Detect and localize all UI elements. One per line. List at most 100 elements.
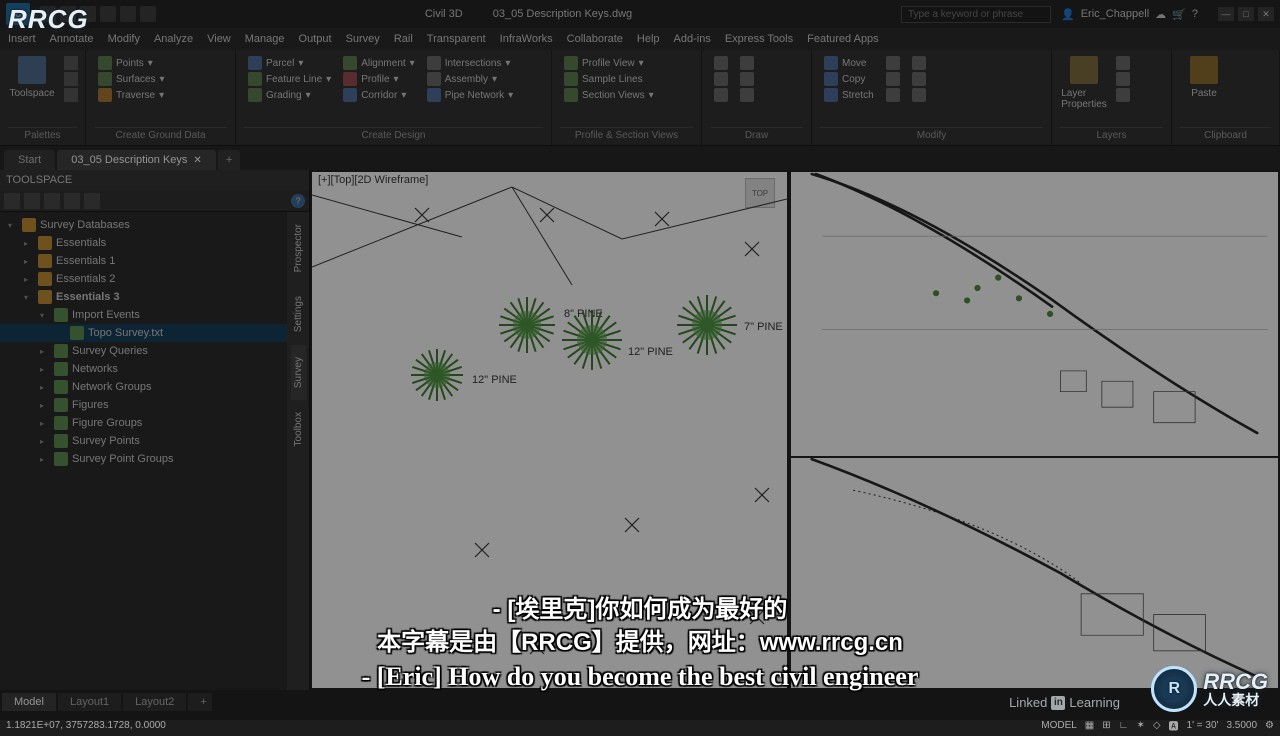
qat-new-icon[interactable]	[40, 6, 56, 22]
search-input[interactable]	[901, 6, 1051, 23]
tab-active-doc[interactable]: 03_05 Description Keys✕	[57, 150, 216, 170]
ts-pan-icon[interactable]	[84, 193, 100, 209]
mod-b[interactable]	[886, 72, 900, 86]
tree-node[interactable]: Figures	[0, 396, 287, 414]
palette-icon[interactable]	[64, 88, 78, 102]
status-snap-icon[interactable]: ⊞	[1102, 720, 1110, 731]
palette-icon[interactable]	[64, 72, 78, 86]
tree-node[interactable]: Figure Groups	[0, 414, 287, 432]
draw-poly-button[interactable]	[740, 72, 754, 86]
tree-node[interactable]: Survey Points	[0, 432, 287, 450]
help-icon[interactable]: ?	[1192, 8, 1198, 20]
menu-express[interactable]: Express Tools	[725, 33, 793, 45]
menu-insert[interactable]: Insert	[8, 33, 36, 45]
menu-collaborate[interactable]: Collaborate	[567, 33, 623, 45]
draw-hatch-button[interactable]	[740, 88, 754, 102]
status-grid-icon[interactable]: ▦	[1085, 720, 1094, 731]
ts-filter-icon[interactable]	[44, 193, 60, 209]
menu-annotate[interactable]: Annotate	[50, 33, 94, 45]
sidetab-prospector[interactable]: Prospector	[291, 212, 306, 284]
menu-infraworks[interactable]: InfraWorks	[500, 33, 553, 45]
user-icon[interactable]: 👤	[1061, 8, 1075, 21]
cart-icon[interactable]: 🛒	[1172, 8, 1186, 21]
move-button[interactable]: Move	[824, 56, 874, 70]
menu-featured[interactable]: Featured Apps	[807, 33, 879, 45]
toolspace-button[interactable]: Toolspace	[8, 54, 56, 125]
minimize-button[interactable]: —	[1218, 7, 1234, 21]
corridor-button[interactable]: Corridor ▾	[343, 88, 415, 102]
paste-button[interactable]: Paste	[1180, 54, 1228, 125]
layer-c[interactable]	[1116, 88, 1130, 102]
tree-node[interactable]: Essentials 3	[0, 288, 287, 306]
layout-tab-layout1[interactable]: Layout1	[58, 693, 121, 711]
close-button[interactable]: ✕	[1258, 7, 1274, 21]
profileview-button[interactable]: Profile View ▾	[564, 56, 689, 70]
sidetab-survey[interactable]: Survey	[291, 345, 306, 400]
tree-node[interactable]: Import Events	[0, 306, 287, 324]
ts-refresh-icon[interactable]	[24, 193, 40, 209]
tree-node[interactable]: Network Groups	[0, 378, 287, 396]
mod-c[interactable]	[886, 88, 900, 102]
tree-node[interactable]: Networks	[0, 360, 287, 378]
status-osnap-icon[interactable]: ◇	[1153, 720, 1161, 731]
alignment-button[interactable]: Alignment ▾	[343, 56, 415, 70]
surfaces-button[interactable]: Surfaces ▾	[98, 72, 223, 86]
tree-node[interactable]: Essentials 2	[0, 270, 287, 288]
draw-circle-button[interactable]	[714, 88, 728, 102]
menu-help[interactable]: Help	[637, 33, 660, 45]
menu-addins[interactable]: Add-ins	[674, 33, 711, 45]
mod-f[interactable]	[912, 88, 926, 102]
menu-transparent[interactable]: Transparent	[427, 33, 486, 45]
tree-node[interactable]: Survey Point Groups	[0, 450, 287, 468]
close-tab-icon[interactable]: ✕	[193, 155, 201, 166]
status-scale[interactable]: 1' = 30'	[1187, 720, 1219, 731]
tree-node[interactable]: Survey Queries	[0, 342, 287, 360]
tab-start[interactable]: Start	[4, 150, 55, 170]
sidetab-settings[interactable]: Settings	[291, 284, 306, 344]
qat-plot-icon[interactable]	[140, 6, 156, 22]
menu-view[interactable]: View	[207, 33, 231, 45]
status-decimal[interactable]: 3.5000	[1226, 720, 1257, 731]
sectionviews-button[interactable]: Section Views ▾	[564, 88, 689, 102]
palette-icon[interactable]	[64, 56, 78, 70]
samplelines-button[interactable]: Sample Lines	[564, 72, 689, 86]
stretch-button[interactable]: Stretch	[824, 88, 874, 102]
layout-tab-layout2[interactable]: Layout2	[123, 693, 186, 711]
ts-help-icon[interactable]: ?	[291, 194, 305, 208]
ts-master-icon[interactable]	[4, 193, 20, 209]
user-name[interactable]: Eric_Chappell	[1081, 8, 1149, 20]
tree-node[interactable]: Essentials	[0, 234, 287, 252]
layer-a[interactable]	[1116, 56, 1130, 70]
intersections-button[interactable]: Intersections ▾	[427, 56, 514, 70]
qat-open-icon[interactable]	[60, 6, 76, 22]
menu-rail[interactable]: Rail	[394, 33, 413, 45]
sidetab-toolbox[interactable]: Toolbox	[291, 400, 306, 458]
layerprops-button[interactable]: Layer Properties	[1060, 54, 1108, 125]
menu-analyze[interactable]: Analyze	[154, 33, 193, 45]
draw-line-button[interactable]	[714, 56, 728, 70]
ts-preview-icon[interactable]	[64, 193, 80, 209]
menu-modify[interactable]: Modify	[108, 33, 140, 45]
tree-node[interactable]: Survey Databases	[0, 216, 287, 234]
cloud-icon[interactable]: ☁	[1155, 8, 1166, 21]
status-gear-icon[interactable]: ⚙	[1265, 720, 1274, 731]
viewport-top-right[interactable]	[791, 172, 1278, 456]
status-mode[interactable]: MODEL	[1041, 720, 1077, 731]
qat-undo-icon[interactable]	[100, 6, 116, 22]
profile-button[interactable]: Profile ▾	[343, 72, 415, 86]
menu-manage[interactable]: Manage	[245, 33, 285, 45]
points-button[interactable]: Points ▾	[98, 56, 223, 70]
traverse-button[interactable]: Traverse ▾	[98, 88, 223, 102]
parcel-button[interactable]: Parcel ▾	[248, 56, 331, 70]
mod-d[interactable]	[912, 56, 926, 70]
menu-survey[interactable]: Survey	[346, 33, 380, 45]
qat-redo-icon[interactable]	[120, 6, 136, 22]
tree-node[interactable]: Topo Survey.txt	[0, 324, 287, 342]
qat-save-icon[interactable]	[80, 6, 96, 22]
mod-e[interactable]	[912, 72, 926, 86]
draw-arc-button[interactable]	[714, 72, 728, 86]
assembly-button[interactable]: Assembly ▾	[427, 72, 514, 86]
grading-button[interactable]: Grading ▾	[248, 88, 331, 102]
tree-node[interactable]: Essentials 1	[0, 252, 287, 270]
featureline-button[interactable]: Feature Line ▾	[248, 72, 331, 86]
